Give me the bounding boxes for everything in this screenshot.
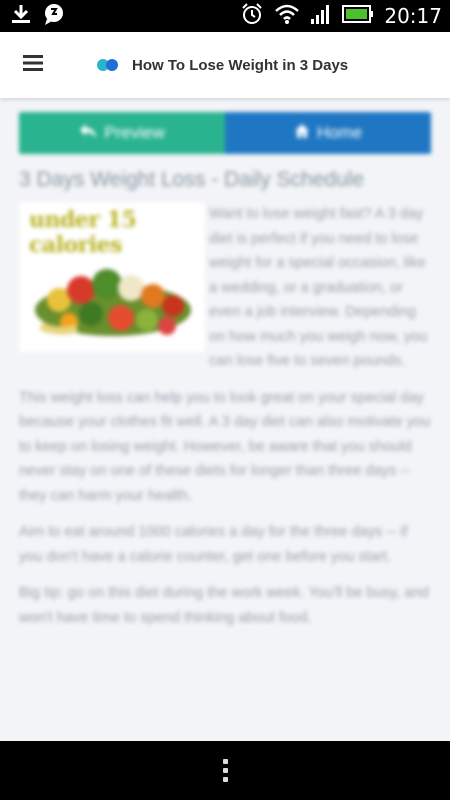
overflow-menu-icon[interactable] [217,753,234,788]
article-body: under 15 calories Want to lose weight fa… [19,202,432,642]
article-title: 3 Days Weight Loss - Daily Schedule [19,168,365,191]
article-paragraph: Big tip: go on this diet during the work… [19,585,429,626]
menu-icon [23,54,43,76]
article-content: Preview Home 3 Days Weight Loss - Daily … [0,98,450,741]
home-icon [294,123,310,144]
preview-label: Preview [104,123,165,142]
clock-time: 20:17 [384,4,442,28]
action-button-group: Preview Home [19,112,431,154]
alarm-icon [240,2,264,31]
signal-icon [310,3,332,30]
app-title: How To Lose Weight in 3 Days [132,56,349,74]
battery-icon [342,4,374,28]
article-paragraph: Aim to eat around 1000 calories a day fo… [19,524,408,565]
home-label: Home [316,123,363,142]
app-logo [96,58,120,72]
preview-button[interactable]: Preview [19,112,225,154]
status-bar: 20:17 [0,0,450,32]
home-button[interactable]: Home [225,112,431,154]
reply-arrow-icon [79,123,97,144]
download-icon [10,3,32,30]
bottom-bar [0,741,450,800]
menu-button[interactable] [18,50,48,80]
article-paragraph: This weight loss can help you to look gr… [19,389,431,504]
article-image: under 15 calories [19,202,205,352]
chat-icon [42,2,66,31]
wifi-icon [274,3,300,30]
app-bar: How To Lose Weight in 3 Days [0,32,450,98]
